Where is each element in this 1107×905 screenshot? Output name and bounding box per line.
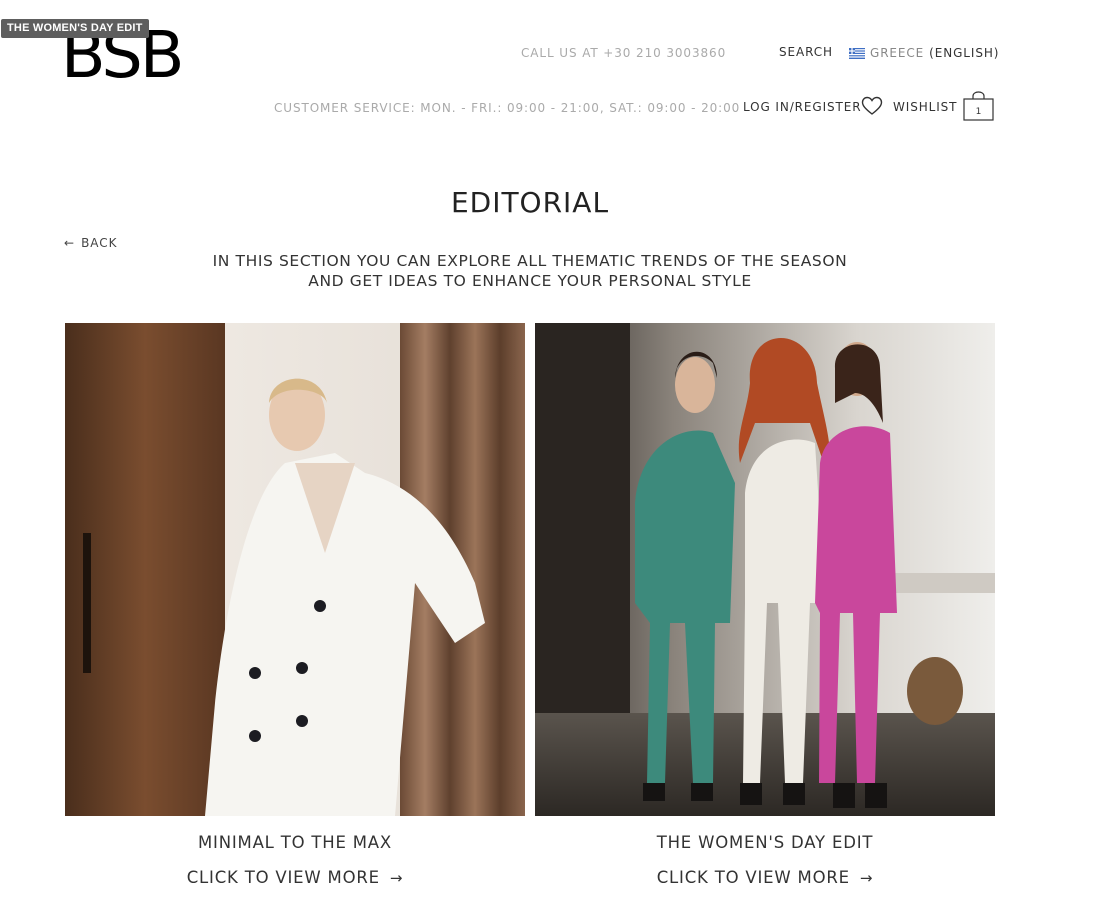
greece-flag-icon: [849, 47, 865, 59]
view-more-link[interactable]: CLICK TO VIEW MORE →: [65, 868, 525, 887]
call-us-text: CALL US AT +30 210 3003860: [521, 46, 727, 60]
shopping-bag-icon[interactable]: 1: [963, 91, 994, 121]
hover-tooltip: THE WOMEN'S DAY EDIT: [1, 19, 149, 38]
arrow-right-icon: →: [389, 868, 404, 887]
view-more-link[interactable]: CLICK TO VIEW MORE →: [535, 868, 995, 887]
arrow-right-icon: →: [859, 868, 874, 887]
editorial-image-minimal[interactable]: [65, 323, 525, 816]
country-label: GREECE: [870, 46, 925, 60]
login-register-link[interactable]: LOG IN/REGISTER: [743, 100, 862, 114]
view-more-label: CLICK TO VIEW MORE: [656, 868, 850, 887]
intro-line-1: IN THIS SECTION YOU CAN EXPLORE ALL THEM…: [212, 252, 848, 270]
editorial-image-womens-day[interactable]: [535, 323, 995, 816]
country-selector[interactable]: GREECE (ENGLISH): [849, 46, 999, 60]
customer-service-hours: CUSTOMER SERVICE: MON. - FRI.: 09:00 - 2…: [274, 101, 741, 115]
back-label: BACK: [81, 236, 118, 250]
editorial-card-womens-day[interactable]: THE WOMEN'S DAY EDIT CLICK TO VIEW MORE …: [535, 323, 995, 887]
page-title: EDITORIAL: [450, 186, 610, 219]
editorial-card-minimal[interactable]: MINIMAL TO THE MAX CLICK TO VIEW MORE →: [65, 323, 525, 887]
view-more-label: CLICK TO VIEW MORE: [186, 868, 380, 887]
intro-line-2: AND GET IDEAS TO ENHANCE YOUR PERSONAL S…: [308, 272, 752, 290]
cart-count: 1: [976, 107, 982, 117]
wishlist-link[interactable]: WISHLIST: [893, 100, 957, 114]
editorial-title[interactable]: THE WOMEN'S DAY EDIT: [535, 833, 995, 852]
language-label: (ENGLISH): [929, 46, 1000, 60]
intro-text: IN THIS SECTION YOU CAN EXPLORE ALL THEM…: [0, 251, 1060, 291]
heart-icon[interactable]: [861, 96, 883, 116]
editorial-title[interactable]: MINIMAL TO THE MAX: [65, 833, 525, 852]
back-link[interactable]: ← BACK: [64, 236, 118, 250]
back-arrow-icon: ←: [64, 236, 76, 250]
search-link[interactable]: SEARCH: [779, 45, 833, 59]
